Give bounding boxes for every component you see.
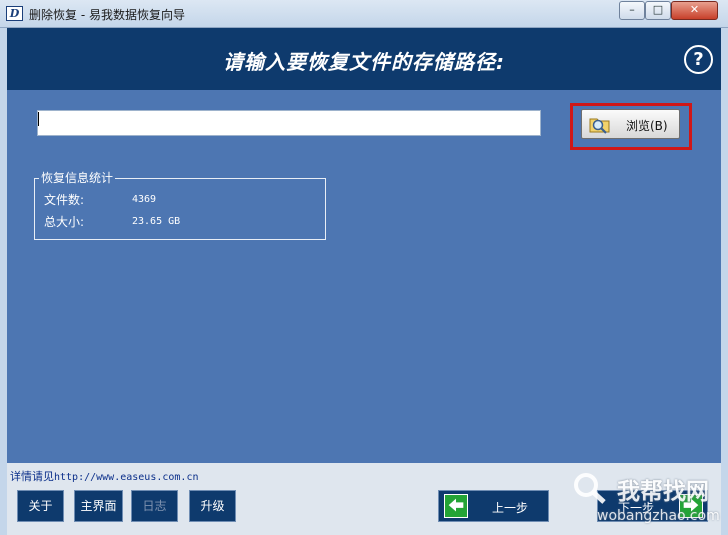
- header-band: 请输入要恢复文件的存储路径: ?: [7, 28, 721, 90]
- help-button[interactable]: ?: [684, 45, 713, 74]
- watermark-text: 我帮找网: [617, 479, 709, 505]
- upgrade-button[interactable]: 升级: [189, 490, 236, 522]
- browse-button[interactable]: 浏览(B): [581, 109, 680, 139]
- details-label: 详情请见: [10, 470, 54, 483]
- main-menu-button[interactable]: 主界面: [74, 490, 123, 522]
- main-panel: 浏览(B) 恢复信息统计 文件数: 4369 总大小: 23.65 GB: [7, 90, 721, 463]
- window-title: 删除恢复 - 易我数据恢复向导: [29, 8, 185, 22]
- recovery-stats-group: [34, 178, 326, 240]
- browse-button-label: 浏览(B): [626, 119, 668, 133]
- title-bar: D 删除恢复 - 易我数据恢复向导 – □ ✕: [0, 0, 728, 28]
- website-link[interactable]: http://www.easeus.com.cn: [54, 472, 199, 483]
- window-frame-right: [721, 28, 728, 535]
- text-caret: [38, 112, 39, 126]
- file-count-value: 4369: [132, 194, 157, 205]
- file-count-label: 文件数:: [44, 193, 85, 207]
- prev-button[interactable]: 上一步: [438, 490, 549, 522]
- about-button[interactable]: 关于: [17, 490, 64, 522]
- total-size-value: 23.65 GB: [132, 216, 181, 227]
- app-icon: D: [6, 6, 23, 21]
- path-input[interactable]: [37, 110, 541, 136]
- log-button[interactable]: 日志: [131, 490, 178, 522]
- watermark-url: wobangzhao.com: [597, 508, 720, 524]
- watermark: 我帮找网 wobangzhao.com: [568, 463, 723, 535]
- page-title: 请输入要恢复文件的存储路径:: [223, 50, 505, 74]
- close-button[interactable]: ✕: [671, 1, 718, 20]
- details-link-line: 详情请见http://www.easeus.com.cn: [10, 468, 199, 484]
- minimize-button[interactable]: –: [619, 1, 645, 20]
- window-frame-left: [0, 28, 7, 535]
- arrow-left-icon: [444, 494, 468, 518]
- folder-search-icon: [589, 118, 610, 134]
- maximize-button[interactable]: □: [645, 1, 671, 20]
- prev-button-label: 上一步: [492, 501, 529, 515]
- recovery-stats-legend: 恢复信息统计: [39, 171, 116, 185]
- total-size-label: 总大小:: [44, 215, 85, 229]
- watermark-search-icon: [574, 473, 606, 504]
